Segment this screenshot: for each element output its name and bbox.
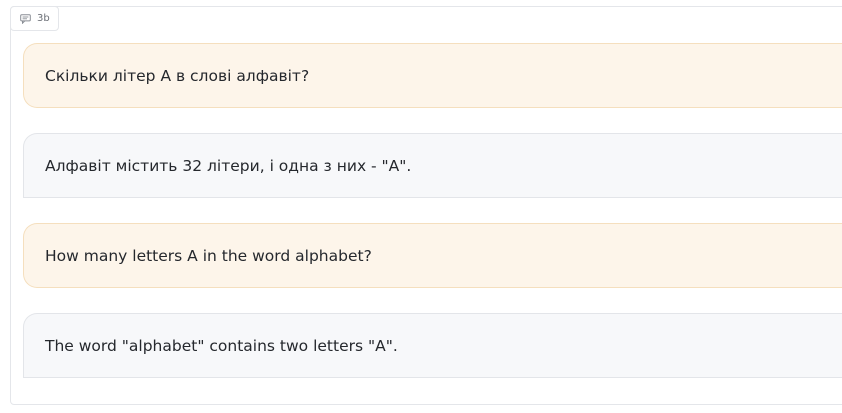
message-text: Скільки літер А в слові алфавіт? <box>45 66 310 85</box>
message-text: Алфавіт містить 32 літери, і одна з них … <box>45 156 412 175</box>
comment-icon <box>20 13 31 24</box>
model-badge: 3b <box>10 6 59 31</box>
user-message: How many letters A in the word alphabet? <box>23 223 842 288</box>
assistant-message: Алфавіт містить 32 літери, і одна з них … <box>23 133 842 198</box>
badge-label: 3b <box>37 13 50 24</box>
message-text: How many letters A in the word alphabet? <box>45 246 372 265</box>
message-text: The word "alphabet" contains two letters… <box>45 336 398 355</box>
assistant-message: The word "alphabet" contains two letters… <box>23 313 842 378</box>
user-message: Скільки літер А в слові алфавіт? <box>23 43 842 108</box>
